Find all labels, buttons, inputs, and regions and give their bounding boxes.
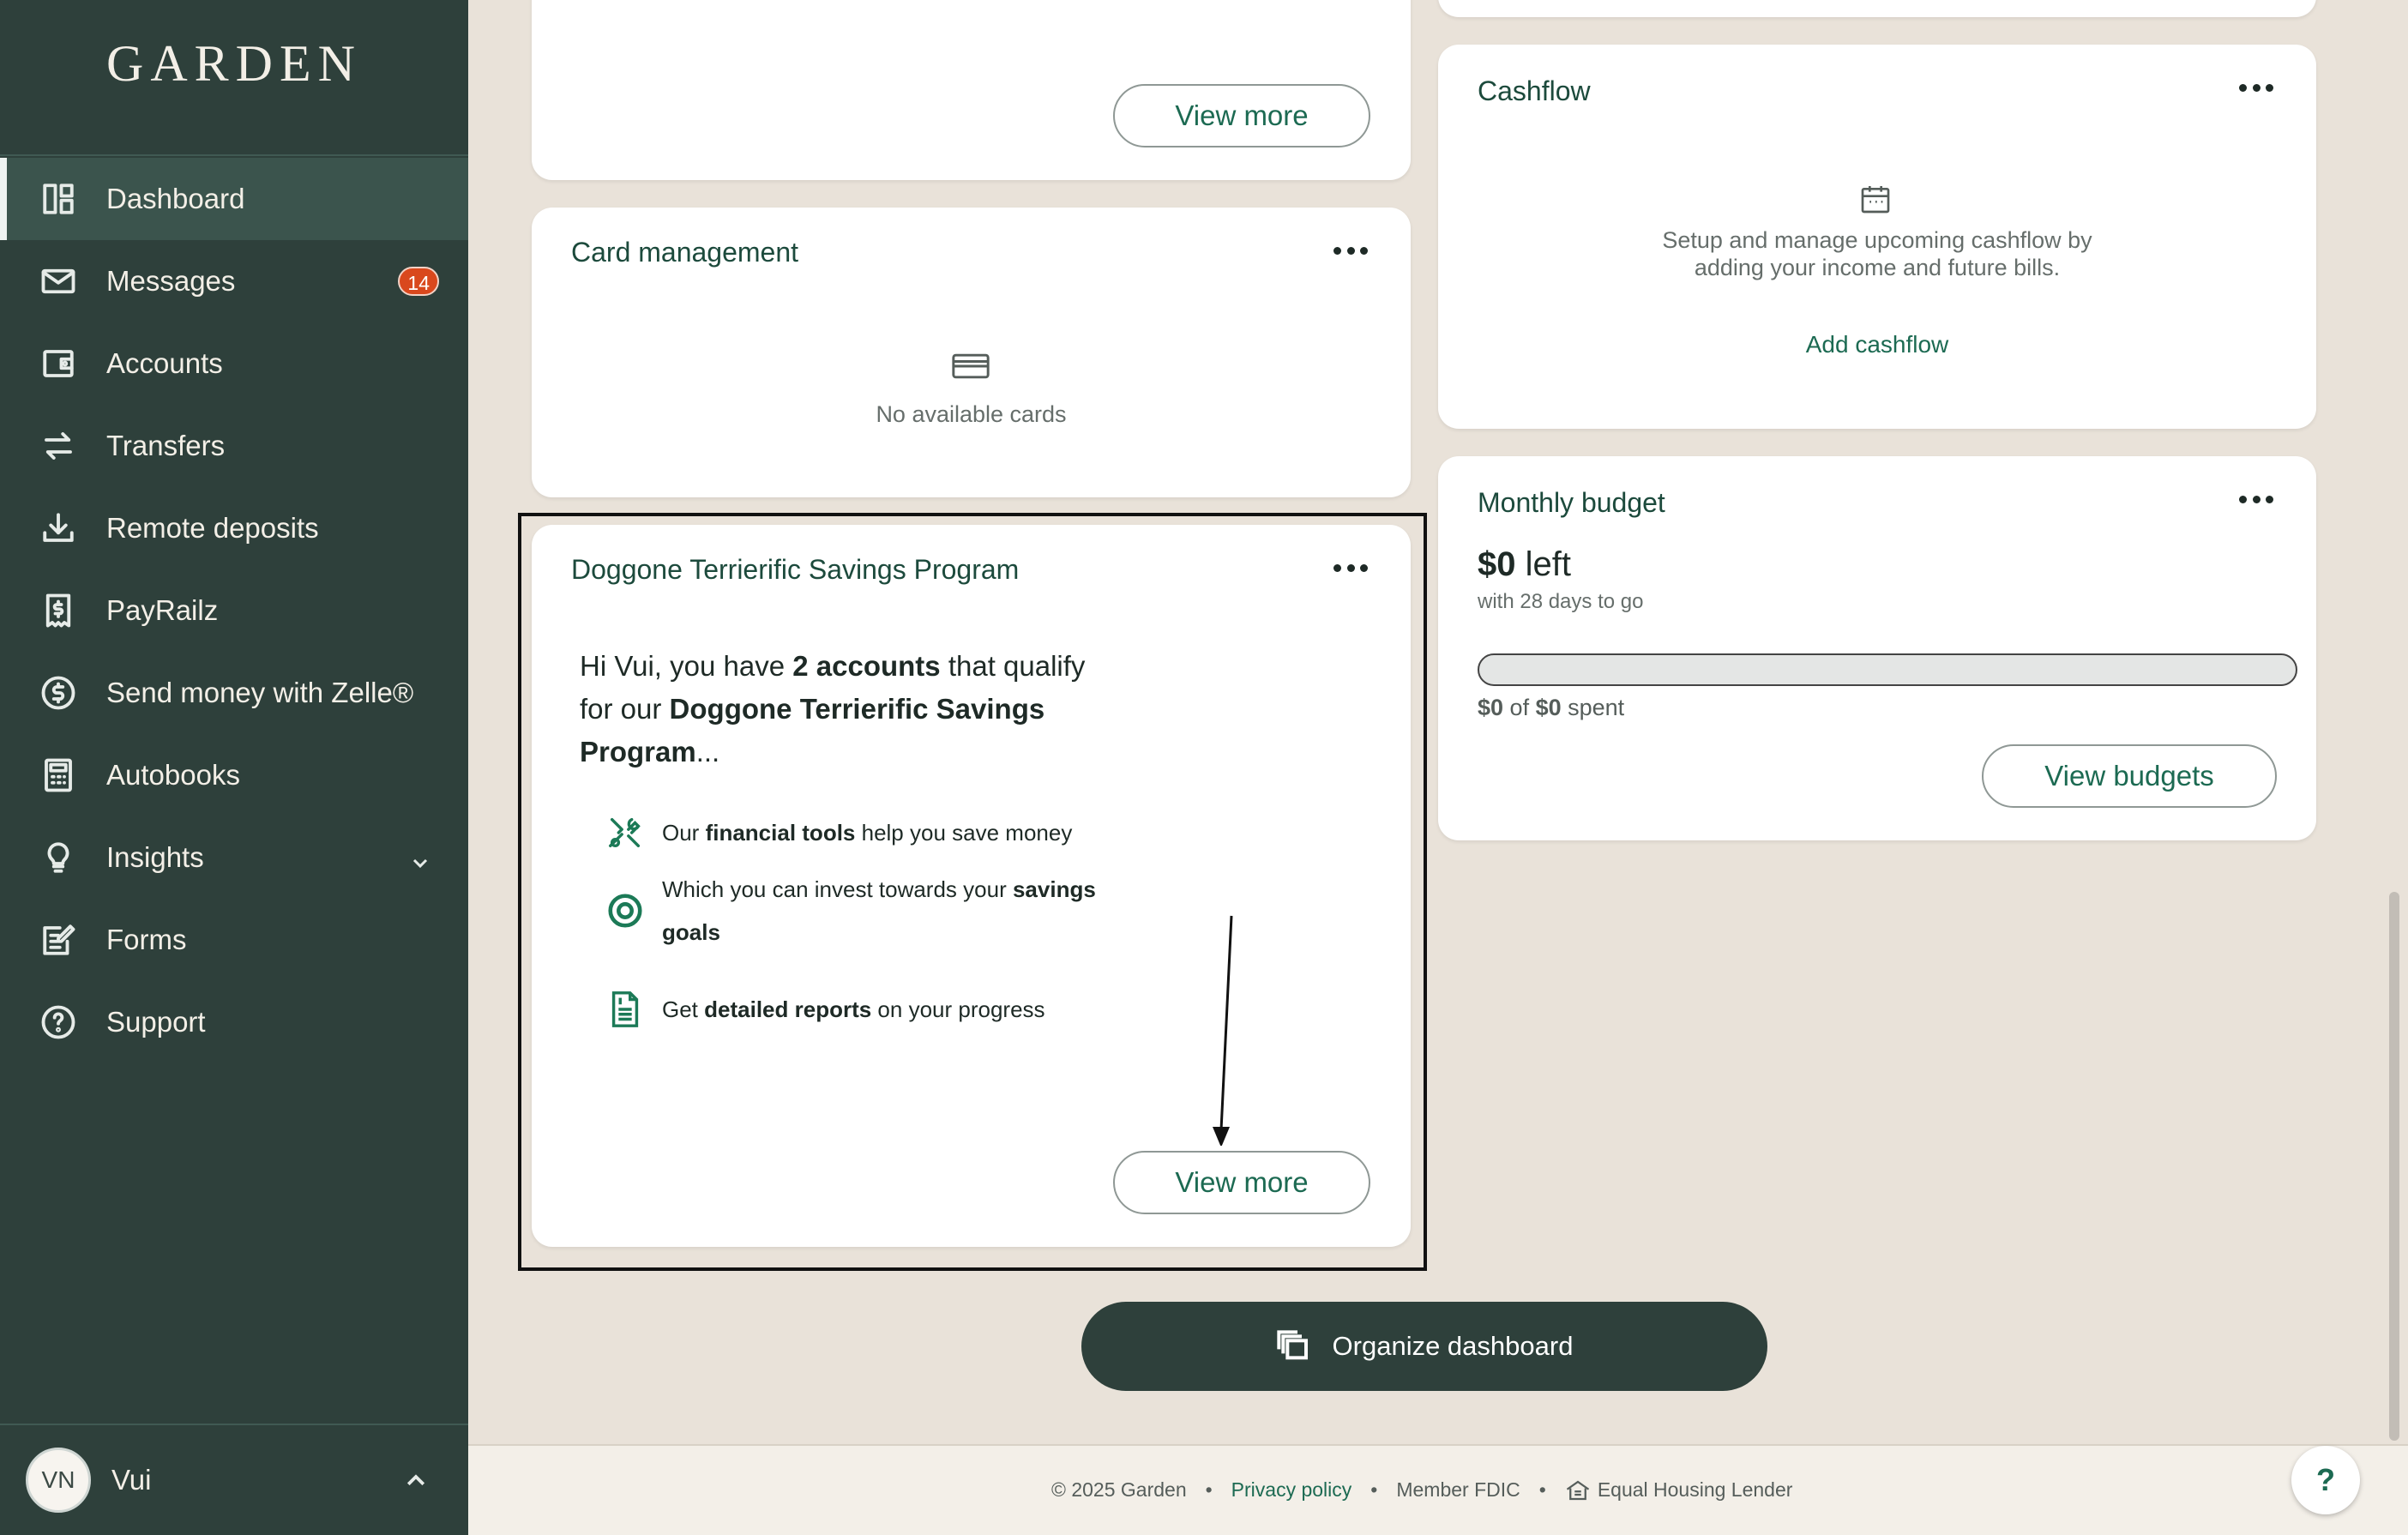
equal-housing-icon: [1565, 1479, 1591, 1502]
copyright-text: © 2025 Garden: [1051, 1478, 1187, 1501]
sidebar-nav: Dashboard Messages 14 Accounts Transfers…: [0, 158, 468, 1063]
add-cashflow-link[interactable]: Add cashflow: [1438, 331, 2316, 358]
card-title: Card management: [571, 237, 799, 268]
budget-left-label: left: [1515, 545, 1571, 583]
sidebar-item-messages[interactable]: Messages 14: [0, 240, 468, 322]
empty-state-text: No available cards: [876, 401, 1067, 427]
credit-card-icon: [952, 353, 990, 379]
sidebar-item-zelle[interactable]: Send money with Zelle®: [0, 652, 468, 734]
sidebar-item-label: Insights: [106, 841, 204, 873]
days-remaining-text: with 28 days to go: [1478, 590, 1644, 613]
more-options-icon[interactable]: [1333, 242, 1368, 259]
privacy-policy-link[interactable]: Privacy policy: [1231, 1478, 1352, 1502]
dashboard-icon: [39, 180, 77, 218]
chevron-up-icon[interactable]: [403, 1468, 429, 1494]
calendar-icon: [1858, 182, 1893, 216]
user-menu[interactable]: VN Vui: [26, 1448, 151, 1513]
lightbulb-icon: [39, 839, 77, 876]
footer: © 2025 Garden • Privacy policy • Member …: [468, 1444, 2408, 1535]
card-title: Monthly budget: [1478, 487, 1665, 518]
chevron-down-icon[interactable]: [410, 847, 430, 869]
garden-logo[interactable]: GARDEN: [0, 34, 468, 93]
member-fdic-text: Member FDIC: [1396, 1478, 1520, 1501]
equal-housing-text: Equal Housing Lender: [1597, 1478, 1793, 1501]
view-more-button[interactable]: View more: [1113, 84, 1370, 147]
sidebar-item-forms[interactable]: Forms: [0, 899, 468, 981]
budget-progress-bar: [1478, 653, 2297, 686]
monthly-budget-card: Monthly budget $0 left with 28 days to g…: [1438, 456, 2316, 840]
download-icon: [39, 509, 77, 547]
cashflow-card: Cashflow Setup and manage upcoming cashf…: [1438, 45, 2316, 429]
more-options-icon[interactable]: [2239, 491, 2273, 508]
budget-spent-text: $0 of $0 spent: [1478, 695, 1625, 720]
avatar: VN: [26, 1448, 91, 1513]
form-edit-icon: [39, 921, 77, 959]
card-management-card: Card management No available cards: [532, 208, 1411, 497]
more-options-icon[interactable]: [2239, 79, 2273, 96]
highlight-frame: [518, 513, 1427, 1271]
sidebar-item-label: Messages: [106, 265, 236, 297]
budget-left-amount: $0: [1478, 545, 1516, 583]
envelope-icon: [39, 262, 77, 300]
sidebar-item-label: Remote deposits: [106, 512, 319, 544]
sidebar-item-transfers[interactable]: Transfers: [0, 405, 468, 487]
sidebar-item-dashboard[interactable]: Dashboard: [0, 158, 468, 240]
organize-dashboard-label: Organize dashboard: [1332, 1331, 1574, 1361]
dollar-circle-icon: [39, 674, 77, 712]
wallet-icon: [39, 345, 77, 382]
sidebar-item-label: Dashboard: [106, 183, 245, 214]
top-left-card: View more: [532, 0, 1411, 180]
divider: [0, 154, 468, 156]
annotation-arrow: [1213, 915, 1233, 1146]
sidebar: GARDEN Dashboard Messages 14 Accounts Tr…: [0, 0, 468, 1535]
sidebar-item-label: Support: [106, 1006, 206, 1038]
sidebar-item-support[interactable]: Support: [0, 981, 468, 1063]
sidebar-item-label: Forms: [106, 924, 187, 955]
sidebar-item-remote-deposits[interactable]: Remote deposits: [0, 487, 468, 569]
sidebar-item-payrailz[interactable]: PayRailz: [0, 569, 468, 652]
separator: •: [1370, 1478, 1378, 1501]
separator: •: [1205, 1478, 1213, 1501]
calculator-icon: [39, 756, 77, 794]
card-title: Cashflow: [1478, 75, 1591, 106]
sidebar-item-label: Accounts: [106, 347, 223, 379]
footer-links: © 2025 Garden • Privacy policy • Member …: [1051, 1478, 1792, 1502]
question-circle-icon: [39, 1003, 77, 1041]
dollar-receipt-icon: [39, 592, 77, 629]
separator: •: [1538, 1478, 1546, 1501]
help-button[interactable]: ?: [2291, 1446, 2360, 1514]
sidebar-item-accounts[interactable]: Accounts: [0, 322, 468, 405]
sidebar-item-insights[interactable]: Insights: [0, 816, 468, 899]
sidebar-item-label: Send money with Zelle®: [106, 677, 414, 708]
user-name: Vui: [111, 1464, 152, 1496]
cashflow-description: Setup and manage upcoming cashflow by ad…: [1662, 227, 2092, 280]
sidebar-item-label: PayRailz: [106, 594, 219, 626]
sidebar-item-autobooks[interactable]: Autobooks: [0, 734, 468, 816]
sidebar-item-label: Autobooks: [106, 759, 240, 791]
unread-count-badge: 14: [398, 267, 439, 296]
budget-remaining: $0 left: [1478, 545, 1571, 584]
transfer-arrows-icon: [39, 427, 77, 465]
view-budgets-button[interactable]: View budgets: [1982, 744, 2277, 808]
divider: [0, 1424, 468, 1425]
organize-dashboard-button[interactable]: Organize dashboard: [1081, 1302, 1767, 1391]
layers-icon: [1276, 1330, 1308, 1360]
top-right-card: [1438, 0, 2316, 17]
scrollbar-thumb[interactable]: [2389, 892, 2399, 1441]
sidebar-item-label: Transfers: [106, 430, 226, 461]
